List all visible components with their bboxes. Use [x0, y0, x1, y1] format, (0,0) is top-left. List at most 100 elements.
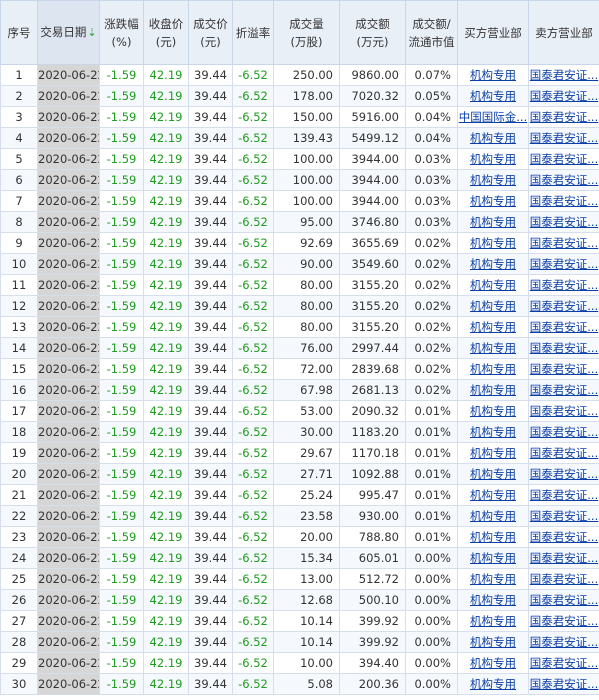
- buyer-link[interactable]: 机构专用: [457, 148, 529, 170]
- premium-cell: -6.52: [232, 463, 274, 485]
- buyer-link[interactable]: 机构专用: [457, 337, 529, 359]
- ratio-cell: 0.03%: [405, 190, 458, 212]
- buyer-link[interactable]: 机构专用: [457, 316, 529, 338]
- buyer-link[interactable]: 机构专用: [457, 379, 529, 401]
- seller-link[interactable]: 国泰君安证...: [528, 568, 599, 590]
- buyer-link[interactable]: 机构专用: [457, 442, 529, 464]
- date-cell: 2020-06-22: [37, 274, 100, 296]
- price-cell: 39.44: [188, 337, 233, 359]
- header-premium[interactable]: 折溢率: [232, 0, 274, 65]
- seller-link[interactable]: 国泰君安证...: [528, 652, 599, 674]
- buyer-link[interactable]: 机构专用: [457, 673, 529, 695]
- header-price[interactable]: 成交价 (元): [188, 0, 233, 65]
- date-cell: 2020-06-22: [37, 190, 100, 212]
- ratio-cell: 0.00%: [405, 673, 458, 695]
- buyer-link[interactable]: 机构专用: [457, 64, 529, 86]
- table-row: 7 2020-06-22 -1.59 42.19 39.44 -6.52 100.00 394…: [0, 190, 599, 212]
- buyer-link[interactable]: 机构专用: [457, 232, 529, 254]
- buyer-link[interactable]: 机构专用: [457, 421, 529, 443]
- ratio-cell: 0.05%: [405, 85, 458, 107]
- table-header: 序号 交易日期⇣ 涨跌幅 (%) 收盘价 (元) 成交价 (元) 折溢率 成交量 (万股…: [0, 0, 599, 65]
- seller-link[interactable]: 国泰君安证...: [528, 484, 599, 506]
- seller-link[interactable]: 国泰君安证...: [528, 148, 599, 170]
- price-cell: 39.44: [188, 274, 233, 296]
- change-cell: -1.59: [99, 463, 144, 485]
- seller-link[interactable]: 国泰君安证...: [528, 127, 599, 149]
- seller-link[interactable]: 国泰君安证...: [528, 463, 599, 485]
- close-cell: 42.19: [143, 358, 189, 380]
- seller-link[interactable]: 国泰君安证...: [528, 64, 599, 86]
- buyer-link[interactable]: 机构专用: [457, 169, 529, 191]
- seller-link[interactable]: 国泰君安证...: [528, 316, 599, 338]
- buyer-link[interactable]: 机构专用: [457, 631, 529, 653]
- table-row: 20 2020-06-22 -1.59 42.19 39.44 -6.52 27.71 109…: [0, 463, 599, 485]
- seller-link[interactable]: 国泰君安证...: [528, 211, 599, 233]
- seller-link[interactable]: 国泰君安证...: [528, 295, 599, 317]
- buyer-link[interactable]: 机构专用: [457, 211, 529, 233]
- seller-link[interactable]: 国泰君安证...: [528, 85, 599, 107]
- volume-cell: 76.00: [273, 337, 340, 359]
- buyer-link[interactable]: 机构专用: [457, 85, 529, 107]
- buyer-link[interactable]: 机构专用: [457, 190, 529, 212]
- seller-link[interactable]: 国泰君安证...: [528, 190, 599, 212]
- sort-down-arrow-icon[interactable]: ⇣: [87, 26, 96, 39]
- seller-link[interactable]: 国泰君安证...: [528, 526, 599, 548]
- seller-link[interactable]: 国泰君安证...: [528, 169, 599, 191]
- table-row: 19 2020-06-22 -1.59 42.19 39.44 -6.52 29.67 117…: [0, 442, 599, 464]
- ratio-cell: 0.02%: [405, 379, 458, 401]
- amount-cell: 399.92: [339, 631, 406, 653]
- buyer-link[interactable]: 机构专用: [457, 610, 529, 632]
- buyer-link[interactable]: 机构专用: [457, 568, 529, 590]
- buyer-link[interactable]: 机构专用: [457, 358, 529, 380]
- amount-cell: 3655.69: [339, 232, 406, 254]
- buyer-link[interactable]: 机构专用: [457, 127, 529, 149]
- seq-cell: 21: [0, 484, 38, 506]
- buyer-link[interactable]: 机构专用: [457, 295, 529, 317]
- header-seller: 卖方营业部: [528, 0, 599, 65]
- seller-link[interactable]: 国泰君安证...: [528, 232, 599, 254]
- buyer-link[interactable]: 机构专用: [457, 652, 529, 674]
- seller-link[interactable]: 国泰君安证...: [528, 442, 599, 464]
- header-amount[interactable]: 成交额 (万元): [339, 0, 406, 65]
- buyer-link[interactable]: 机构专用: [457, 505, 529, 527]
- seller-link[interactable]: 国泰君安证...: [528, 589, 599, 611]
- header-ratio[interactable]: 成交额/流通市值: [405, 0, 458, 65]
- close-cell: 42.19: [143, 610, 189, 632]
- volume-cell: 92.69: [273, 232, 340, 254]
- seller-link[interactable]: 国泰君安证...: [528, 631, 599, 653]
- header-date[interactable]: 交易日期⇣: [37, 0, 100, 65]
- seller-link[interactable]: 国泰君安证...: [528, 253, 599, 275]
- header-change[interactable]: 涨跌幅 (%): [99, 0, 144, 65]
- seller-link[interactable]: 国泰君安证...: [528, 337, 599, 359]
- seller-link[interactable]: 国泰君安证...: [528, 358, 599, 380]
- seller-link[interactable]: 国泰君安证...: [528, 673, 599, 695]
- buyer-link[interactable]: 中国国际金...: [457, 106, 529, 128]
- buyer-link[interactable]: 机构专用: [457, 589, 529, 611]
- seller-link[interactable]: 国泰君安证...: [528, 106, 599, 128]
- table-row: 13 2020-06-22 -1.59 42.19 39.44 -6.52 80.00 315…: [0, 316, 599, 338]
- amount-cell: 3549.60: [339, 253, 406, 275]
- change-cell: -1.59: [99, 442, 144, 464]
- ratio-cell: 0.04%: [405, 106, 458, 128]
- premium-cell: -6.52: [232, 85, 274, 107]
- seller-link[interactable]: 国泰君安证...: [528, 379, 599, 401]
- date-cell: 2020-06-22: [37, 106, 100, 128]
- table-row: 11 2020-06-22 -1.59 42.19 39.44 -6.52 80.00 315…: [0, 274, 599, 296]
- buyer-link[interactable]: 机构专用: [457, 547, 529, 569]
- seller-link[interactable]: 国泰君安证...: [528, 421, 599, 443]
- buyer-link[interactable]: 机构专用: [457, 253, 529, 275]
- seller-link[interactable]: 国泰君安证...: [528, 547, 599, 569]
- buyer-link[interactable]: 机构专用: [457, 463, 529, 485]
- buyer-link[interactable]: 机构专用: [457, 400, 529, 422]
- buyer-link[interactable]: 机构专用: [457, 484, 529, 506]
- seller-link[interactable]: 国泰君安证...: [528, 505, 599, 527]
- seller-link[interactable]: 国泰君安证...: [528, 274, 599, 296]
- seller-link[interactable]: 国泰君安证...: [528, 400, 599, 422]
- header-close[interactable]: 收盘价 (元): [143, 0, 189, 65]
- premium-cell: -6.52: [232, 610, 274, 632]
- buyer-link[interactable]: 机构专用: [457, 274, 529, 296]
- table-body: 1 2020-06-22 -1.59 42.19 39.44 -6.52 250.00 986…: [0, 64, 599, 695]
- header-volume[interactable]: 成交量 (万股): [273, 0, 340, 65]
- buyer-link[interactable]: 机构专用: [457, 526, 529, 548]
- seller-link[interactable]: 国泰君安证...: [528, 610, 599, 632]
